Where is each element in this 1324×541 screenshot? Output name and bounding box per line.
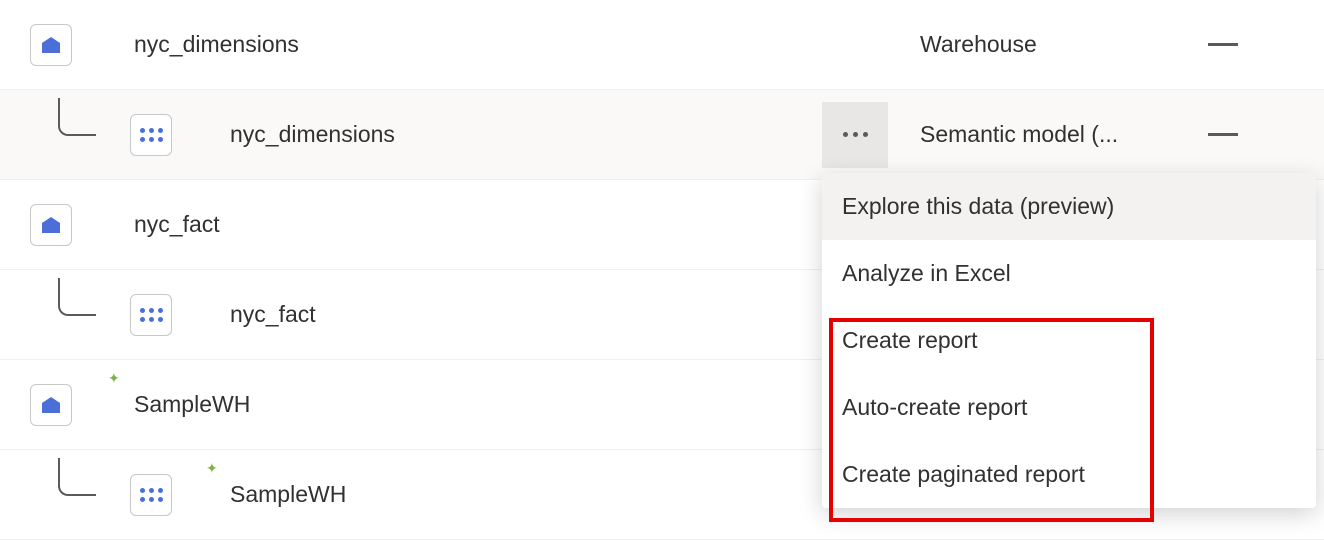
warehouse-icon (30, 204, 72, 246)
menu-item-analyze-excel[interactable]: Analyze in Excel (822, 240, 1316, 307)
item-name: SampleWH (230, 481, 346, 508)
semantic-model-icon (130, 114, 172, 156)
semantic-model-icon (130, 474, 172, 516)
dash-indicator (1208, 43, 1238, 46)
tree-connector (58, 458, 96, 496)
context-menu: Explore this data (preview) Analyze in E… (822, 173, 1316, 508)
item-name: nyc_fact (134, 211, 220, 238)
item-type: Semantic model (... (920, 121, 1118, 148)
item-name: nyc_dimensions (230, 121, 395, 148)
menu-item-create-paginated-report[interactable]: Create paginated report (822, 441, 1316, 508)
item-name: nyc_dimensions (134, 31, 299, 58)
sparkle-icon: ✦ (206, 460, 218, 477)
list-row-warehouse[interactable]: nyc_dimensions Warehouse (0, 0, 1324, 90)
menu-item-explore-data[interactable]: Explore this data (preview) (822, 173, 1316, 240)
tree-connector (58, 278, 96, 316)
tree-connector (58, 98, 96, 136)
ellipsis-icon (843, 132, 868, 137)
sparkle-icon: ✦ (108, 370, 120, 387)
item-name: SampleWH (134, 391, 250, 418)
menu-item-auto-create-report[interactable]: Auto-create report (822, 374, 1316, 441)
item-name: nyc_fact (230, 301, 316, 328)
item-type: Warehouse (920, 31, 1037, 58)
warehouse-icon (30, 384, 72, 426)
warehouse-icon (30, 24, 72, 66)
list-row-semantic-model[interactable]: nyc_dimensions Semantic model (... (0, 90, 1324, 180)
menu-item-create-report[interactable]: Create report (822, 307, 1316, 374)
semantic-model-icon (130, 294, 172, 336)
dash-indicator (1208, 133, 1238, 136)
more-options-button[interactable] (822, 102, 888, 168)
